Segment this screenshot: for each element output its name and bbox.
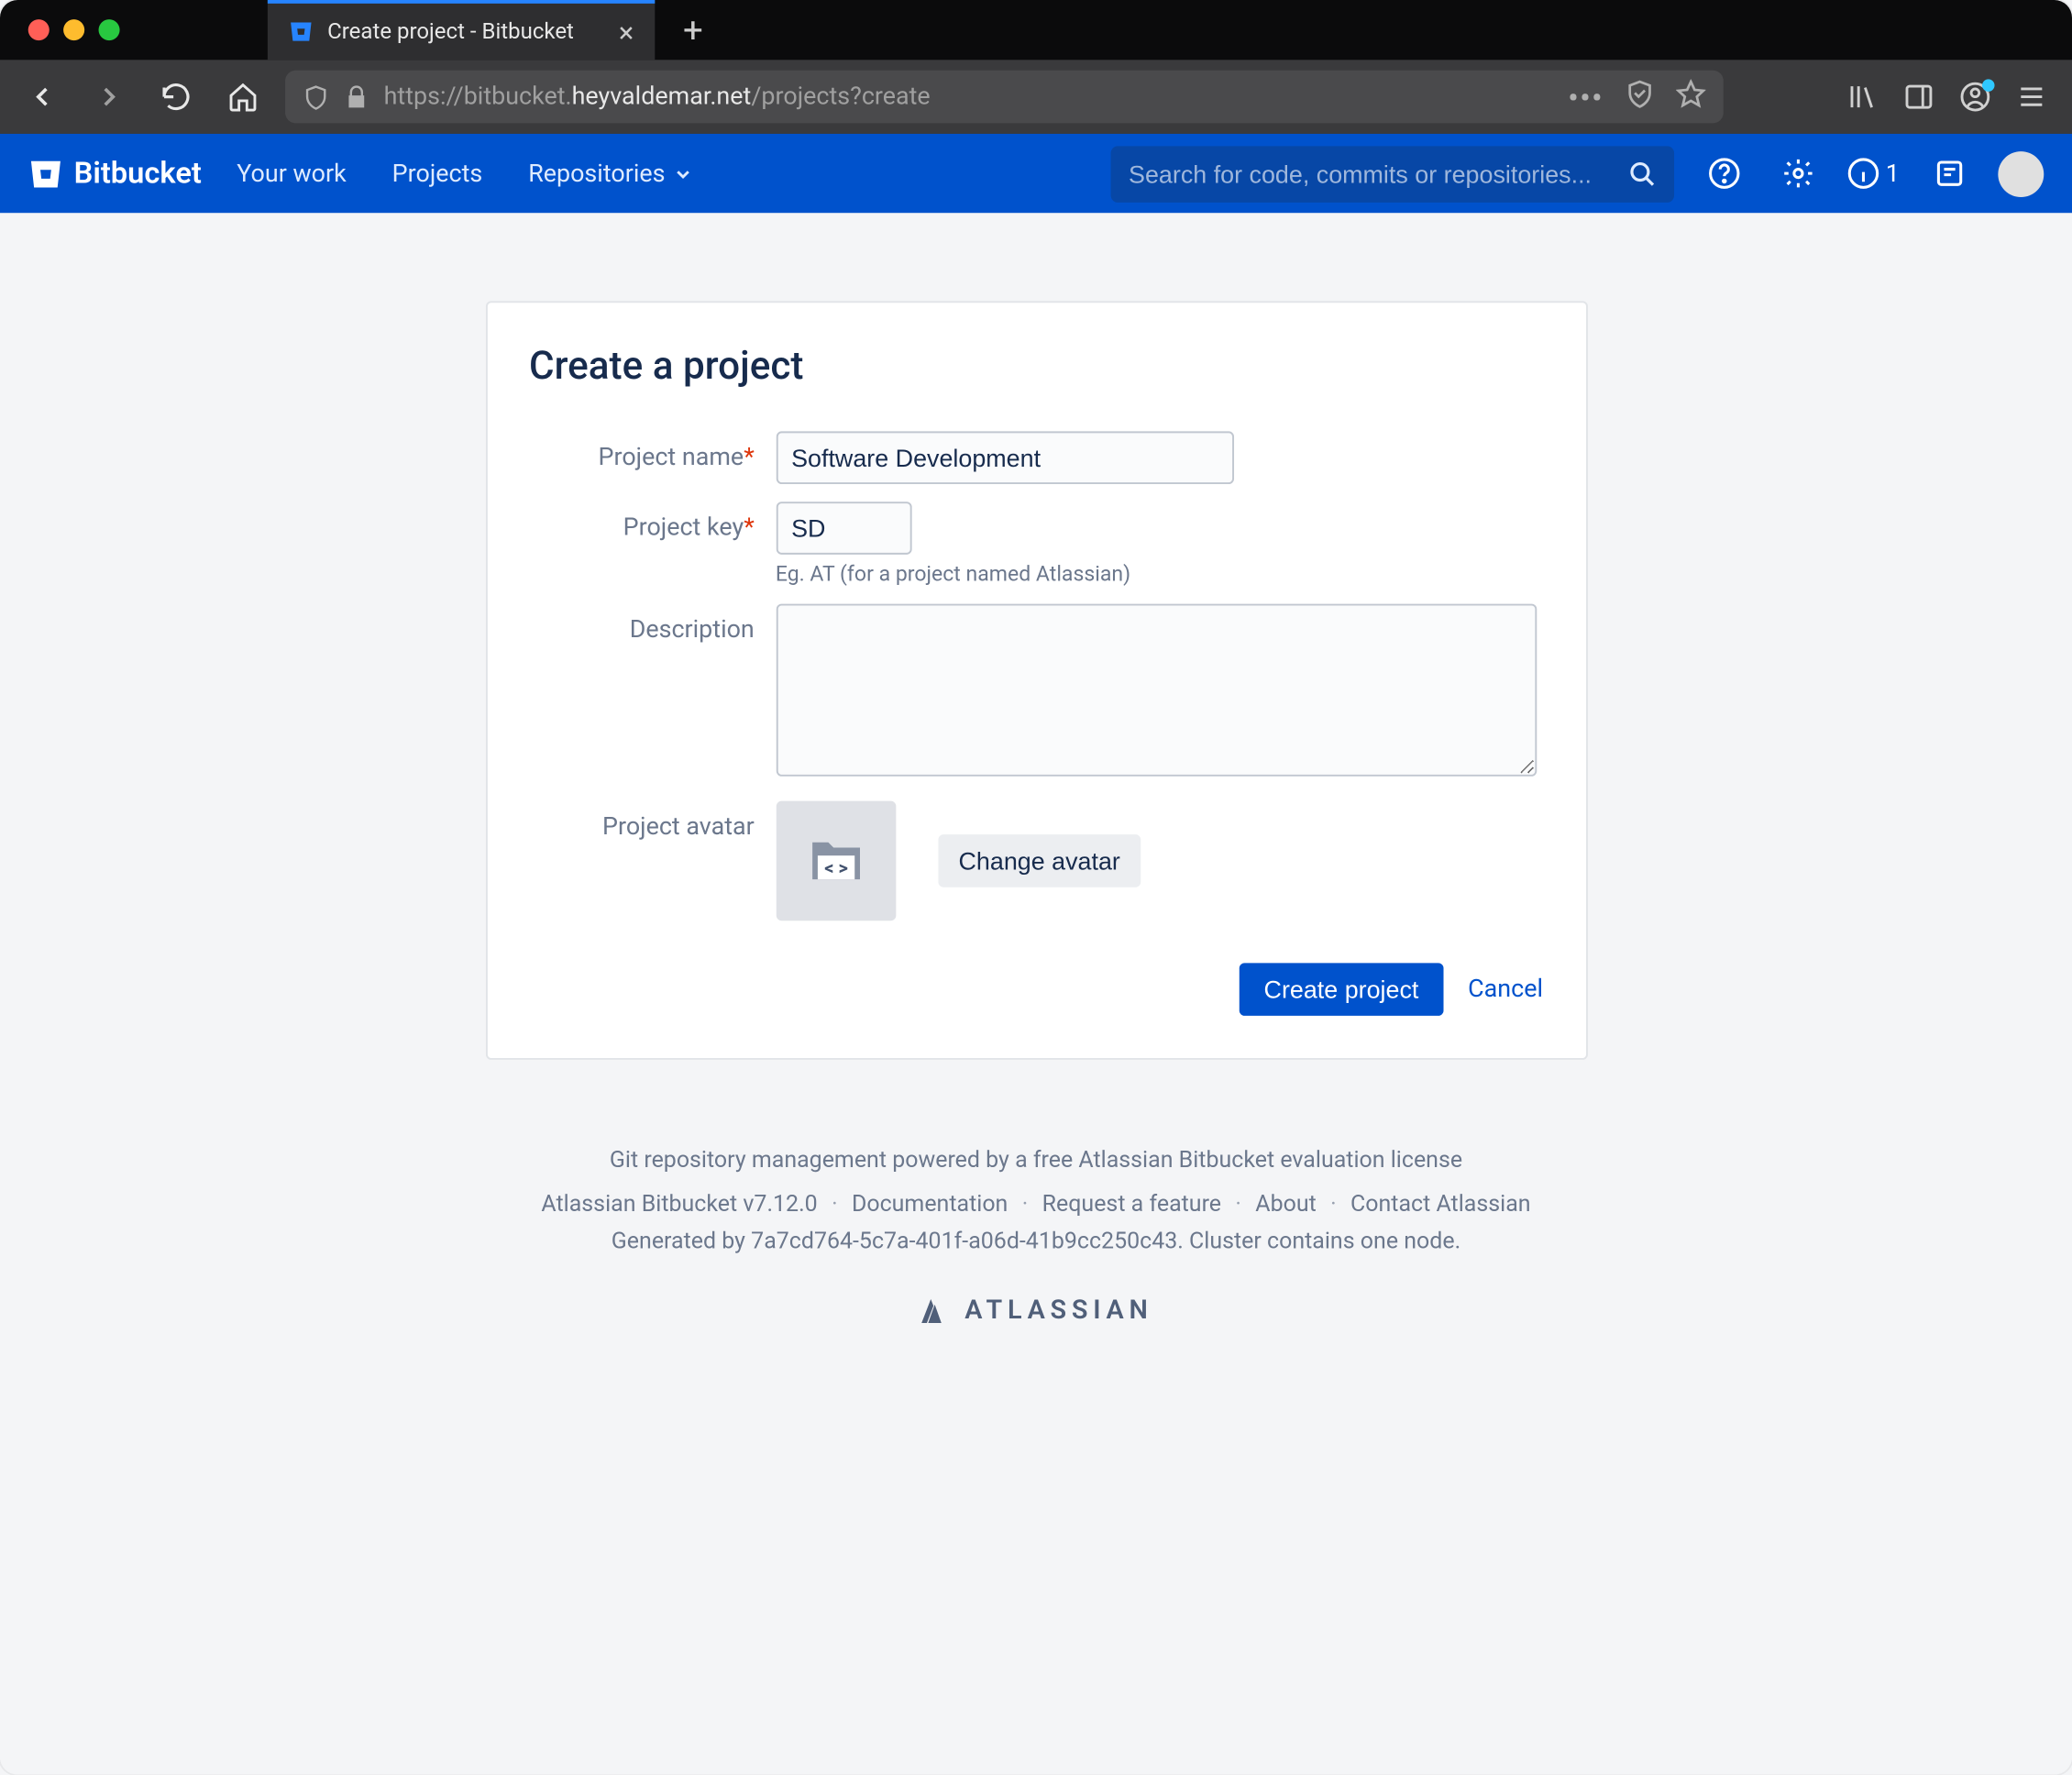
project-name-input[interactable] [776,431,1233,484]
description-input[interactable] [776,604,1536,777]
help-icon[interactable] [1699,149,1748,198]
search-icon [1628,160,1657,188]
atlassian-label: ATLASSIAN [964,1294,1152,1326]
shield-icon [303,83,329,110]
whats-new-icon[interactable] [1924,149,1974,198]
account-icon[interactable] [1959,81,1991,113]
footer-version[interactable]: Atlassian Bitbucket v7.12.0 [541,1192,817,1218]
forward-button[interactable] [84,72,134,122]
header-search[interactable] [1111,145,1674,201]
chevron-down-icon [672,163,693,184]
page-footer: Git repository management powered by a f… [0,1148,2072,1326]
brand[interactable]: Bitbucket [28,156,202,191]
tab-title: Create project - Bitbucket [327,18,604,45]
bookmark-star-icon[interactable] [1676,78,1706,115]
home-button[interactable] [218,72,268,122]
hamburger-menu-icon[interactable] [2016,81,2048,113]
page-actions-icon[interactable]: ••• [1568,80,1604,113]
svg-text:< >: < > [823,856,847,878]
nav-repositories[interactable]: Repositories [518,160,704,188]
nav-repositories-label: Repositories [528,160,665,188]
library-icon[interactable] [1846,81,1879,113]
cancel-link[interactable]: Cancel [1468,976,1543,1004]
footer-about[interactable]: About [1255,1192,1316,1218]
lock-icon [343,83,369,110]
project-key-input[interactable] [776,502,911,555]
notif-count: 1 [1886,160,1900,188]
sidebar-icon[interactable] [1903,81,1935,113]
footer-generated: Generated by 7a7cd764-5c7a-401f-a06d-41b… [0,1229,2072,1255]
bitbucket-favicon-icon [289,19,314,44]
create-project-button[interactable]: Create project [1240,963,1444,1016]
atlassian-icon [919,1294,951,1326]
user-avatar[interactable] [1998,150,2044,196]
url-text: https://bitbucket.heyvaldemar.net/projec… [384,83,1554,111]
notifications-button[interactable]: 1 [1846,157,1899,190]
url-bar[interactable]: https://bitbucket.heyvaldemar.net/projec… [285,71,1724,124]
brand-label: Bitbucket [74,156,202,191]
new-tab-button[interactable]: + [669,9,718,51]
back-button[interactable] [17,72,67,122]
nav-your-work[interactable]: Your work [226,160,358,188]
footer-license: Git repository management powered by a f… [0,1148,2072,1174]
label-project-key: Project key* [529,502,776,542]
project-avatar-preview: < > [776,801,896,921]
settings-icon[interactable] [1773,149,1823,198]
nav-projects[interactable]: Projects [381,160,493,188]
close-window-icon[interactable] [28,19,50,40]
maximize-window-icon[interactable] [99,19,120,40]
bitbucket-logo-icon [28,156,63,191]
folder-code-icon: < > [804,829,867,892]
browser-tab[interactable]: Create project - Bitbucket × [268,0,655,60]
label-project-avatar: Project avatar [529,801,776,842]
change-avatar-button[interactable]: Change avatar [937,834,1141,888]
label-project-name: Project name* [529,431,776,471]
page-title: Create a project [529,345,1543,389]
footer-request-feature[interactable]: Request a feature [1042,1192,1221,1218]
window-controls[interactable] [14,19,134,40]
footer-documentation[interactable]: Documentation [852,1192,1008,1218]
label-description: Description [529,604,776,645]
atlassian-logo[interactable]: ATLASSIAN [0,1294,2072,1326]
info-icon [1846,157,1879,190]
create-project-card: Create a project Project name* Project k… [485,301,1587,1060]
reload-button[interactable] [151,72,201,122]
search-input[interactable] [1129,160,1615,188]
protection-shield-icon[interactable] [1625,78,1655,115]
close-tab-icon[interactable]: × [619,15,634,48]
minimize-window-icon[interactable] [63,19,84,40]
project-key-hint: Eg. AT (for a project named Atlassian) [776,562,1543,587]
app-header: Bitbucket Your work Projects Repositorie… [0,134,2072,213]
footer-contact[interactable]: Contact Atlassian [1350,1192,1531,1218]
